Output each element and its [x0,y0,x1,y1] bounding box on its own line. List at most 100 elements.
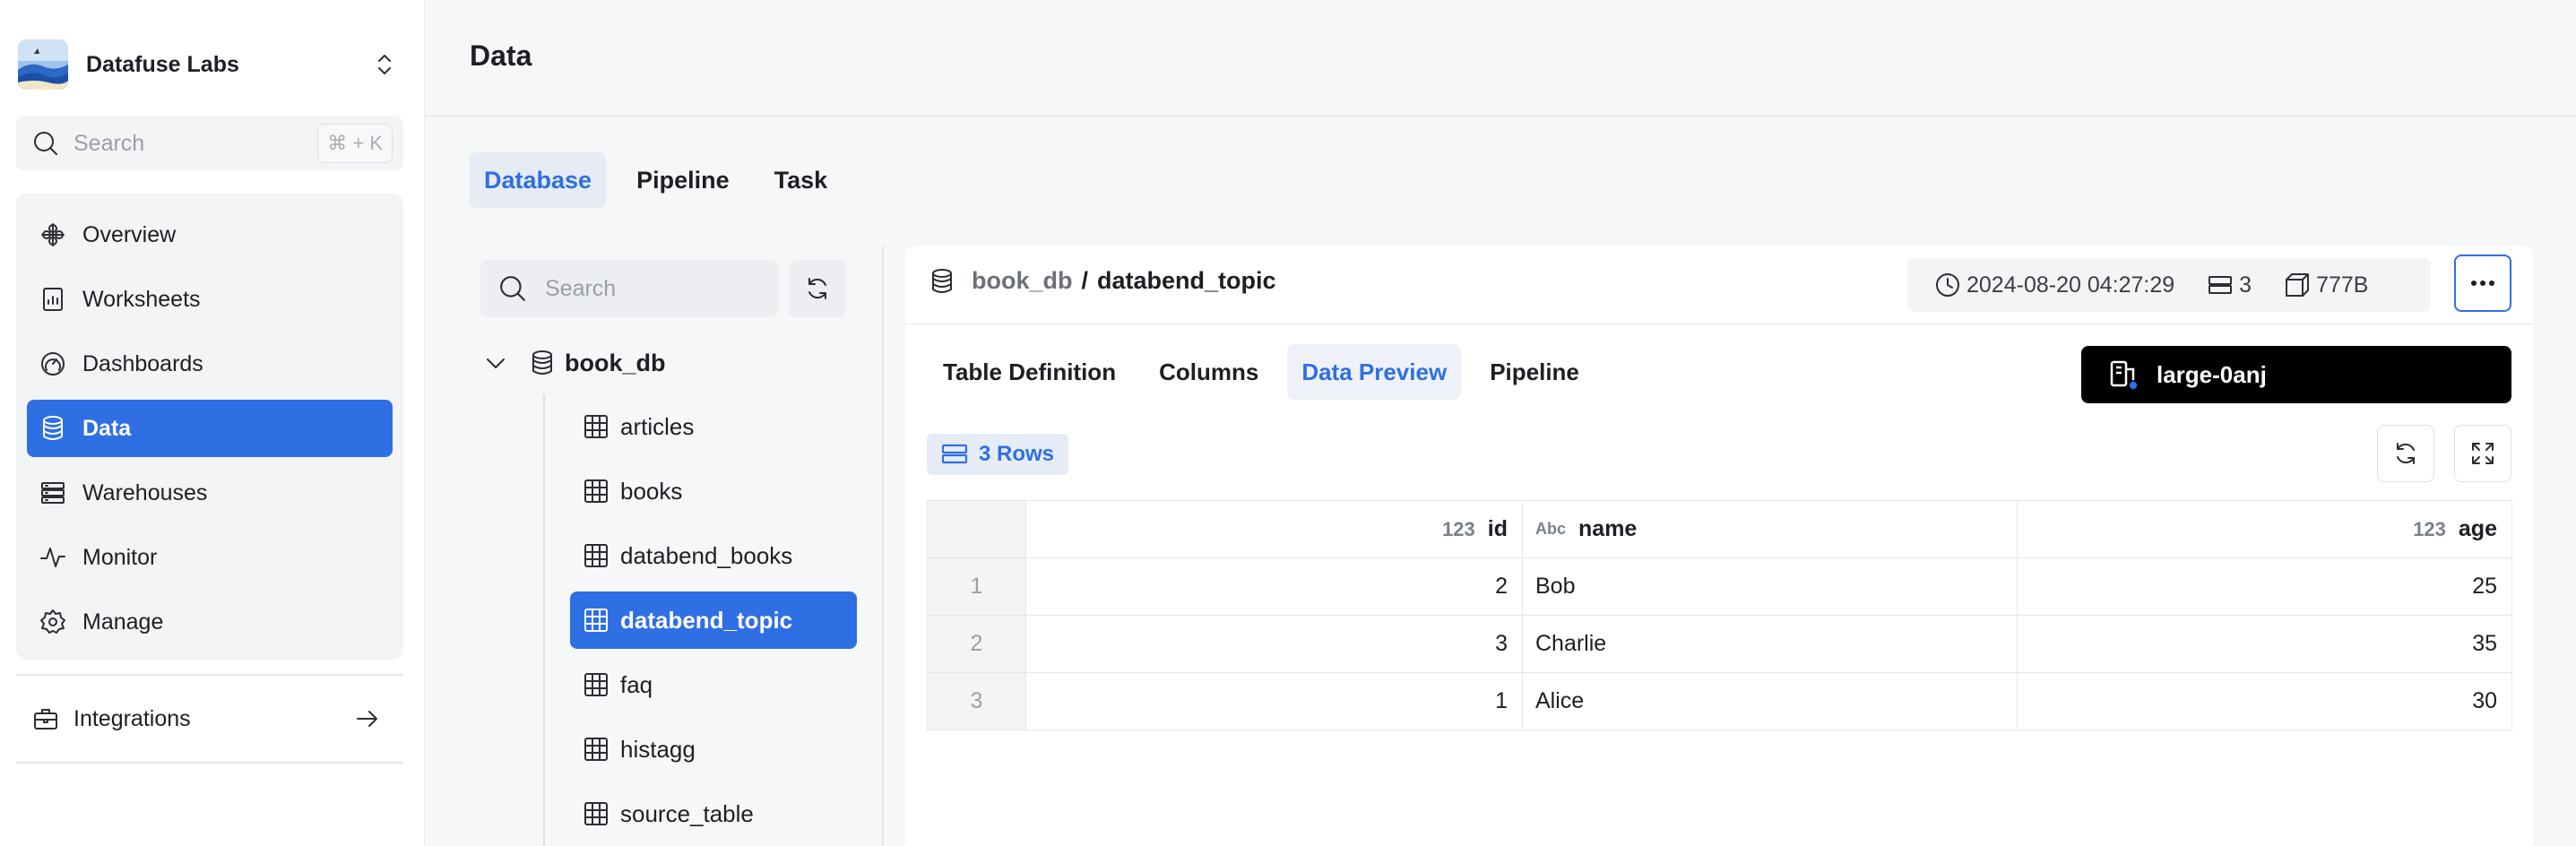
cell-name[interactable]: Alice [1522,672,2018,730]
tree-item-histagg[interactable]: histagg [570,721,857,778]
chevron-updown-icon[interactable] [371,51,398,78]
activity-icon [39,544,66,571]
panel-header: book_db / databend_topic 2024-08-20 04:2… [905,246,2533,324]
rows-icon [2207,272,2234,298]
detail-tabs: Table Definition Columns Data Preview Pi… [929,344,1608,400]
tab-database[interactable]: Database [470,152,607,208]
column-header-age[interactable]: 123 age [2017,500,2512,558]
tree-search-input[interactable]: Search [480,260,778,317]
sidebar-item-label: Overview [82,221,177,247]
search-icon [32,130,59,157]
tree-item-books[interactable]: books [570,462,857,520]
tab-columns[interactable]: Columns [1145,344,1273,400]
database-icon [529,350,556,376]
tab-task[interactable]: Task [760,152,843,208]
sidebar-item-label: Monitor [82,544,158,570]
table-row[interactable]: 3 1 Alice 30 [927,672,2512,730]
sidebar-item-data[interactable]: Data [27,400,393,457]
sidebar-item-manage[interactable]: Manage [27,593,393,651]
cube-icon [2284,272,2311,298]
number-type-icon: 123 [1442,517,1475,540]
sidebar-item-overview[interactable]: Overview [27,206,393,263]
table-header-row: 123 id Abc name 123 age [927,500,2512,558]
tree-refresh-button[interactable] [789,260,846,317]
tree-item-label: databend_topic [620,606,793,634]
row-index: 3 [927,672,1026,730]
table-icon [583,671,609,698]
sidebar-item-monitor[interactable]: Monitor [27,529,393,586]
sidebar-item-label: Warehouses [82,479,208,505]
tree-item-databend-books[interactable]: databend_books [570,527,857,584]
sidebar-item-label: Manage [82,609,164,634]
sidebar-item-worksheets[interactable]: Worksheets [27,271,393,328]
table-icon [583,800,609,827]
sidebar-item-integrations[interactable]: Integrations [16,690,403,747]
refresh-preview-button[interactable] [2377,425,2434,482]
table-row[interactable]: 2 3 Charlie 35 [927,615,2512,673]
refresh-icon [2392,440,2419,467]
worksheet-icon [39,286,66,313]
cell-name[interactable]: Charlie [1522,615,2018,673]
cell-id[interactable]: 3 [1025,615,1523,673]
table-row[interactable]: 1 2 Bob 25 [927,557,2512,616]
cell-id[interactable]: 1 [1025,672,1523,730]
cell-id[interactable]: 2 [1025,557,1523,616]
sidebar-item-label: Dashboards [82,350,203,376]
tab-data-preview[interactable]: Data Preview [1287,344,1462,400]
chevron-down-icon[interactable] [484,351,511,375]
warehouse-name: large-0anj [2157,360,2267,388]
cell-name[interactable]: Bob [1522,557,2018,616]
data-preview-table: 123 id Abc name 123 age 1 2 Bob 25 2 3 C… [927,500,2512,730]
row-index: 1 [927,557,1026,616]
sidebar-item-warehouses[interactable]: Warehouses [27,464,393,522]
briefcase-icon [32,705,59,732]
more-options-button[interactable] [2454,255,2511,312]
meta-size-value: 777B [2316,272,2369,298]
string-type-icon: Abc [1535,520,1567,538]
org-name: Datafuse Labs [86,51,239,77]
breadcrumb: book_db / databend_topic [929,267,1276,295]
tree-item-faq[interactable]: faq [570,656,857,713]
tree-item-label: databend_books [620,541,793,569]
breadcrumb-database[interactable]: book_db [972,267,1073,295]
table-icon [583,413,609,440]
refresh-icon [804,275,831,302]
column-header-label: name [1578,516,1638,541]
top-tabs: Database Pipeline Task [470,152,858,208]
cell-age[interactable]: 35 [2017,615,2512,673]
tree-item-databend-topic[interactable]: databend_topic [570,591,857,649]
column-header-label: id [1487,516,1508,541]
overview-icon [39,221,66,248]
column-header-name[interactable]: Abc name [1522,500,2018,558]
more-horizontal-icon [2470,280,2495,287]
column-header-id[interactable]: 123 id [1025,500,1523,558]
table-icon [583,736,609,763]
meta-updated: 2024-08-20 04:27:29 [1934,272,2174,298]
cell-age[interactable]: 30 [2017,672,2512,730]
warehouse-selector[interactable]: large-0anj [2081,346,2511,403]
table-icon [583,542,609,569]
top-bar: Data [425,0,2576,117]
server-icon [39,479,66,506]
sidebar-item-dashboards[interactable]: Dashboards [27,335,393,393]
tab-table-definition[interactable]: Table Definition [929,344,1130,400]
tree-database-node[interactable]: book_db [484,341,666,385]
column-header-label: age [2458,516,2497,541]
cell-age[interactable]: 25 [2017,557,2512,616]
rows-count-badge: 3 Rows [927,434,1069,475]
table-detail-panel: book_db / databend_topic 2024-08-20 04:2… [905,246,2533,846]
rows-icon [941,443,968,466]
tree-item-articles[interactable]: articles [570,398,857,455]
tree-panel-divider [882,246,884,846]
tree-search-placeholder: Search [545,275,617,301]
fullscreen-button[interactable] [2454,425,2511,482]
tab-pipeline[interactable]: Pipeline [622,152,744,208]
arrow-right-icon [355,706,380,731]
search-shortcut: ⌘ + K [317,124,393,163]
org-switcher[interactable]: Datafuse Labs [18,39,398,90]
rows-count-label: 3 Rows [979,442,1055,466]
tab-pipeline[interactable]: Pipeline [1475,344,1594,400]
tree-item-source-table[interactable]: source_table [570,785,857,842]
sidebar-search-placeholder: Search [73,130,145,156]
sidebar-search[interactable]: Search ⌘ + K [16,117,403,170]
